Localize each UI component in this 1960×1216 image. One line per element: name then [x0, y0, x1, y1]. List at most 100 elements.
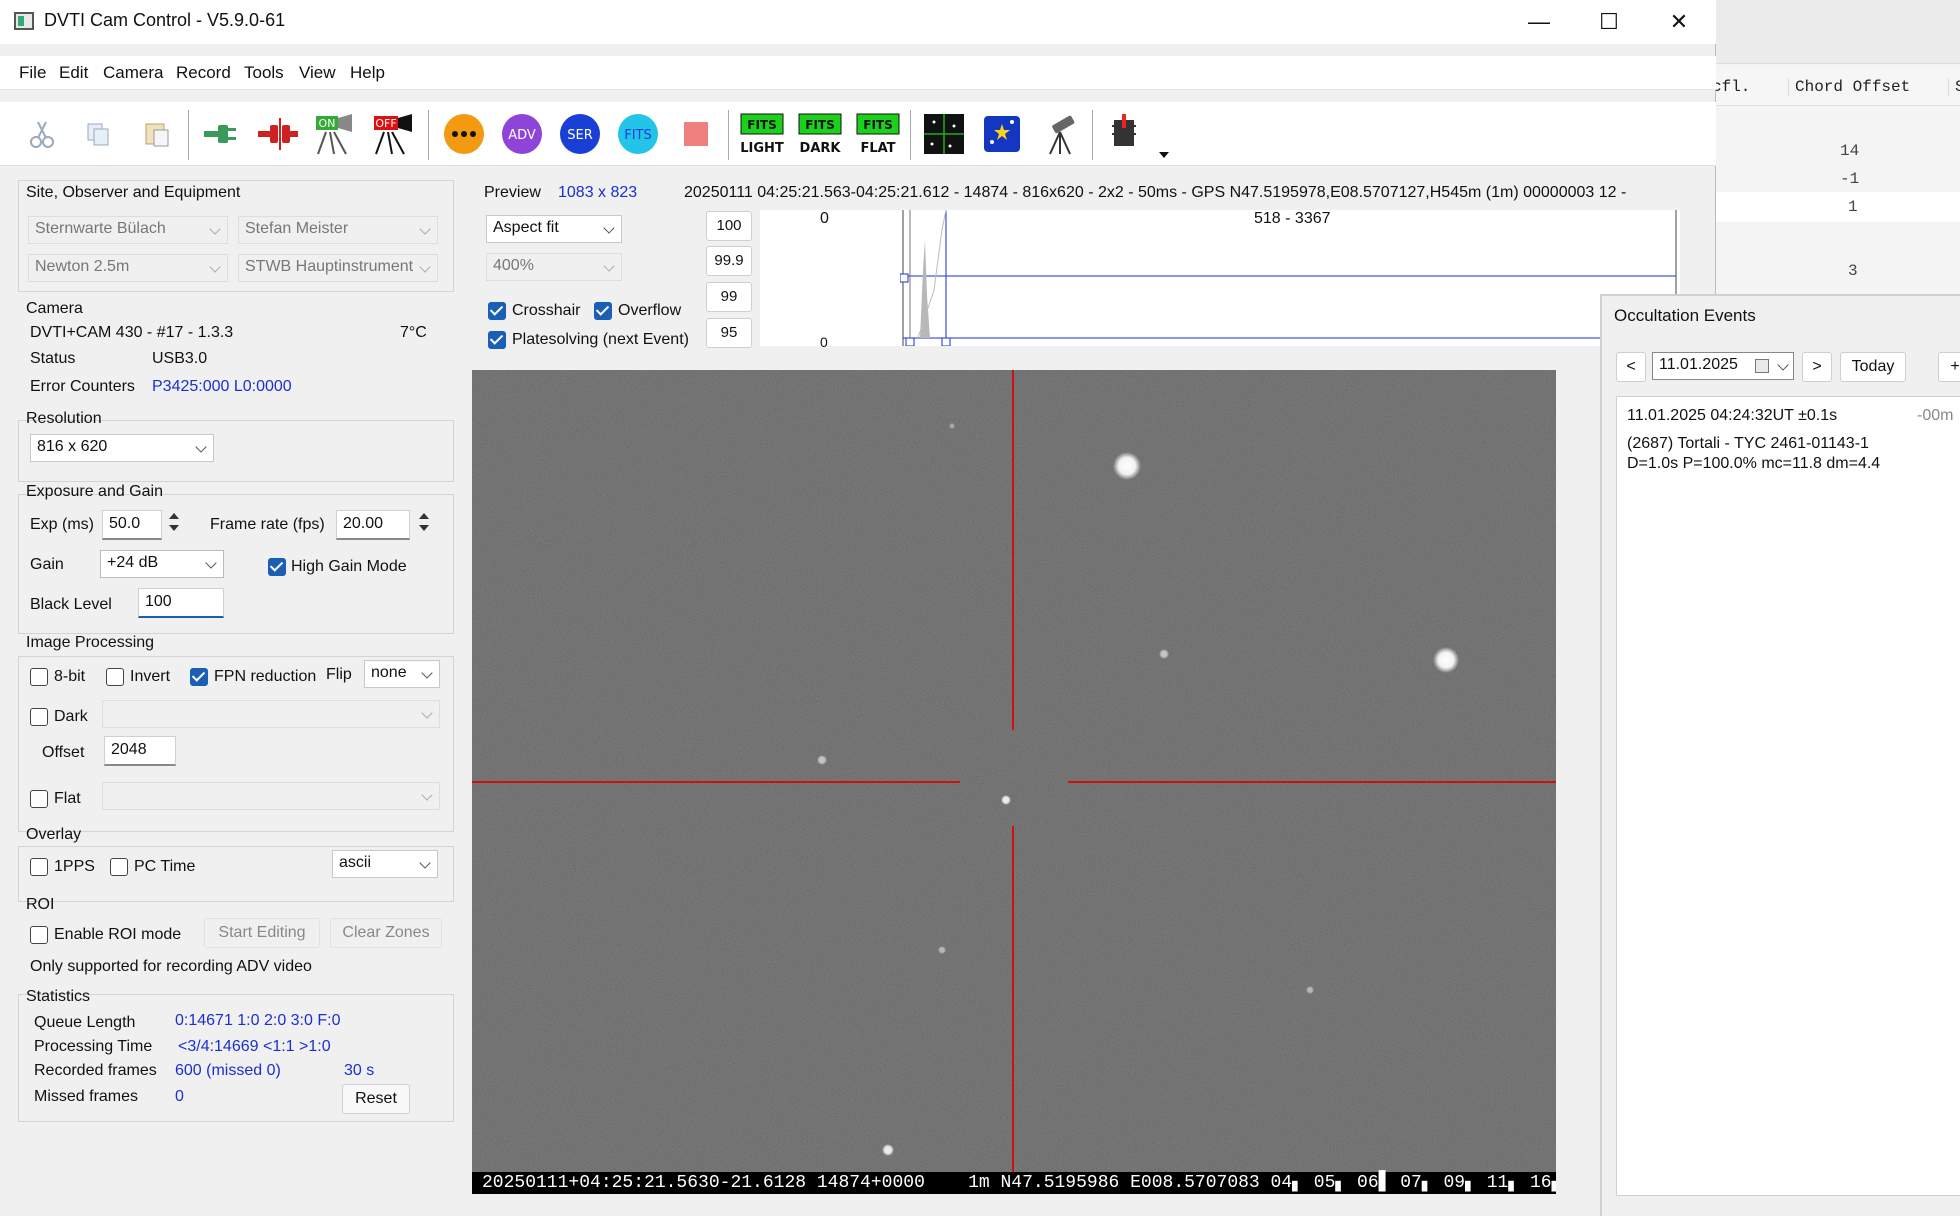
- column-header-s[interactable]: S: [1948, 78, 1960, 96]
- toolbar-separator: [188, 110, 189, 160]
- device-icon[interactable]: [1100, 110, 1148, 158]
- stretch-100-button[interactable]: 100: [706, 211, 752, 241]
- queue-length-value: 0:14671 1:0 2:0 3:0 F:0: [175, 1012, 341, 1029]
- camera-off-icon[interactable]: OFF: [370, 110, 418, 158]
- menu-file[interactable]: File: [19, 63, 46, 83]
- overlay-mode-select[interactable]: ascii: [332, 850, 438, 878]
- platesolving-checkbox[interactable]: [488, 331, 506, 349]
- stretch-95-button[interactable]: 95: [706, 318, 752, 348]
- site-select[interactable]: Sternwarte Bülach: [28, 216, 228, 244]
- next-day-button[interactable]: >: [1802, 352, 1832, 382]
- histogram-plot[interactable]: [900, 210, 1680, 346]
- recorded-frames-label: Recorded frames: [34, 1062, 157, 1079]
- event-item[interactable]: 11.01.2025 04:24:32UT ±0.1s -00m (2687) …: [1617, 397, 1960, 479]
- menu-edit[interactable]: Edit: [59, 63, 88, 83]
- stop-icon[interactable]: [672, 110, 720, 158]
- flat-file-select[interactable]: [102, 782, 440, 810]
- statistics-group-title: Statistics: [26, 988, 91, 1005]
- fit-mode-select[interactable]: Aspect fit: [486, 215, 622, 243]
- svg-text:OFF: OFF: [375, 117, 396, 130]
- flip-select[interactable]: none: [364, 660, 440, 688]
- menu-record[interactable]: Record: [176, 63, 231, 83]
- copy-icon[interactable]: [74, 110, 122, 158]
- toolbar-overflow-icon[interactable]: [1158, 150, 1170, 160]
- histogram[interactable]: 0 0 518 - 3367: [760, 210, 1680, 350]
- fpn-checkbox[interactable]: [190, 668, 208, 686]
- connect-icon[interactable]: [196, 110, 244, 158]
- dark-checkbox[interactable]: [30, 708, 48, 726]
- date-picker[interactable]: 11.01.2025: [1652, 352, 1794, 380]
- exposure-stepper[interactable]: [164, 508, 184, 538]
- crosshair-checkbox[interactable]: [488, 302, 506, 320]
- camera-model: DVTI+CAM 430 - #17 - 1.3.3: [30, 324, 234, 341]
- more-options-icon[interactable]: [440, 110, 488, 158]
- record-fits-icon[interactable]: FITS: [614, 110, 662, 158]
- resolution-select[interactable]: 816 x 620: [30, 434, 214, 462]
- calendar-icon[interactable]: [1755, 359, 1769, 373]
- star-field-image: [472, 370, 1556, 1194]
- fits-flat-icon[interactable]: FITS FLAT: [854, 110, 902, 158]
- event-time: 11.01.2025 04:24:32UT ±0.1s: [1627, 407, 1838, 424]
- camera-on-icon[interactable]: ON: [312, 110, 360, 158]
- observer-select[interactable]: Stefan Meister: [238, 216, 438, 244]
- resolution-group-title: Resolution: [26, 410, 102, 427]
- minimize-button[interactable]: —: [1504, 0, 1574, 44]
- telescope-select[interactable]: Newton 2.5m: [28, 254, 228, 282]
- menu-tools[interactable]: Tools: [244, 63, 284, 83]
- column-header-cfl[interactable]: cfl.: [1712, 78, 1750, 96]
- frame-rate-stepper[interactable]: [414, 508, 434, 538]
- toolbar-separator: [728, 110, 729, 160]
- table-cell: -1: [1840, 170, 1860, 188]
- clear-zones-button[interactable]: Clear Zones: [330, 918, 442, 948]
- previous-day-button[interactable]: <: [1616, 352, 1646, 382]
- overflow-checkbox[interactable]: [594, 302, 612, 320]
- star-field-icon[interactable]: [920, 110, 968, 158]
- flat-label: Flat: [54, 790, 81, 807]
- gain-select[interactable]: +24 dB: [100, 550, 224, 578]
- add-event-button[interactable]: +: [1938, 352, 1960, 382]
- cut-icon[interactable]: [18, 110, 66, 158]
- video-preview[interactable]: 20250111+04:25:21.5630-21.6128 14874+000…: [472, 370, 1556, 1194]
- stretch-99-button[interactable]: 99: [706, 282, 752, 312]
- camera-group-title: Camera: [26, 300, 83, 317]
- instrument-select[interactable]: STWB Hauptinstrument: [238, 254, 438, 282]
- reset-button[interactable]: Reset: [342, 1084, 410, 1114]
- frame-rate-input[interactable]: 20.00: [336, 510, 410, 540]
- occultation-events-window: Occultation Events < 11.01.2025 > Today …: [1600, 294, 1960, 1216]
- offset-input[interactable]: 2048: [104, 736, 176, 766]
- pc-time-checkbox[interactable]: [110, 858, 128, 876]
- table-row-selected[interactable]: [1712, 192, 1960, 222]
- 8bit-checkbox[interactable]: [30, 668, 48, 686]
- 1pps-checkbox[interactable]: [30, 858, 48, 876]
- zoom-select[interactable]: 400%: [486, 253, 622, 281]
- start-editing-button[interactable]: Start Editing: [204, 918, 320, 948]
- close-button[interactable]: ✕: [1644, 0, 1714, 44]
- today-button[interactable]: Today: [1840, 352, 1906, 382]
- menu-camera[interactable]: Camera: [103, 63, 163, 83]
- record-adv-icon[interactable]: ADV: [498, 110, 546, 158]
- svg-text:FITS: FITS: [624, 128, 652, 143]
- paste-icon[interactable]: [132, 110, 180, 158]
- disconnect-icon[interactable]: [254, 110, 302, 158]
- fits-light-icon[interactable]: FITS LIGHT: [738, 110, 786, 158]
- maximize-button[interactable]: ☐: [1574, 0, 1644, 44]
- plate-solve-icon[interactable]: [978, 110, 1026, 158]
- menu-view[interactable]: View: [299, 63, 336, 83]
- enable-roi-checkbox[interactable]: [30, 926, 48, 944]
- invert-checkbox[interactable]: [106, 668, 124, 686]
- event-time-ago: -00m: [1917, 407, 1954, 424]
- fits-dark-icon[interactable]: FITS DARK: [796, 110, 844, 158]
- exposure-input[interactable]: 50.0: [102, 510, 162, 540]
- record-ser-icon[interactable]: SER: [556, 110, 604, 158]
- window-title: DVTI Cam Control - V5.9.0-61: [44, 10, 286, 30]
- dark-file-select[interactable]: [102, 700, 440, 728]
- telescope-icon[interactable]: [1036, 110, 1084, 158]
- menu-help[interactable]: Help: [350, 63, 385, 83]
- crosshair-label: Crosshair: [512, 302, 581, 319]
- high-gain-checkbox[interactable]: [268, 558, 286, 576]
- flat-checkbox[interactable]: [30, 790, 48, 808]
- black-level-input[interactable]: 100: [138, 588, 224, 618]
- stretch-99-9-button[interactable]: 99.9: [706, 246, 752, 276]
- svg-text:ADV: ADV: [508, 128, 536, 143]
- column-header-chord-offset[interactable]: Chord Offset: [1788, 78, 1910, 96]
